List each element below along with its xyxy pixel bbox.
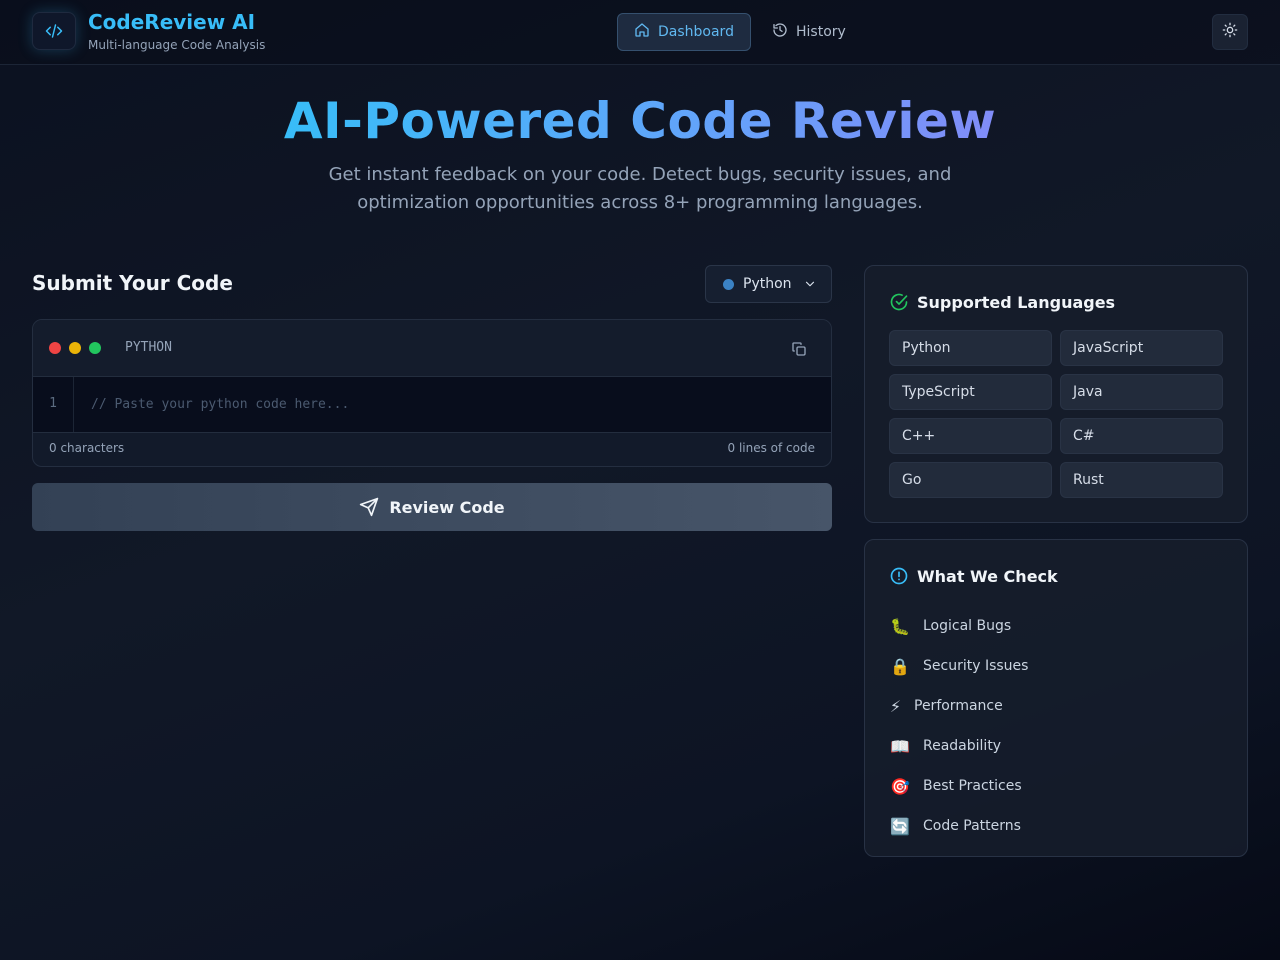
nav-history-label: History xyxy=(796,24,846,40)
check-item-label: Best Practices xyxy=(923,778,1022,794)
line-number: 1 xyxy=(33,377,74,432)
supported-languages-panel: Supported Languages Python JavaScript Ty… xyxy=(864,265,1248,523)
what-we-check-header: What We Check xyxy=(889,566,1058,586)
check-list: 🐛 Logical Bugs 🔒 Security Issues ⚡ Perfo… xyxy=(889,606,1029,846)
check-circle-icon xyxy=(889,292,909,312)
check-item-code-patterns: 🔄 Code Patterns xyxy=(889,806,1028,846)
check-item-best-practices: 🎯 Best Practices xyxy=(889,766,1028,806)
language-select-value: Python xyxy=(743,276,792,292)
line-count: 0 lines of code xyxy=(727,441,816,455)
alert-circle-icon xyxy=(889,566,909,586)
language-chip-python: Python xyxy=(889,330,1052,366)
language-chip-go: Go xyxy=(889,462,1052,498)
language-color-dot xyxy=(723,278,734,290)
sun-icon xyxy=(1222,22,1238,42)
home-icon xyxy=(634,22,650,42)
hero-title: AI-Powered Code Review xyxy=(0,92,1280,150)
logo-code-icon[interactable] xyxy=(32,12,76,50)
chevron-down-icon xyxy=(803,277,817,291)
lightning-icon: ⚡ xyxy=(889,696,902,716)
theme-toggle-button[interactable] xyxy=(1212,14,1248,50)
language-chip-cpp: C++ xyxy=(889,418,1052,454)
check-item-label: Readability xyxy=(923,738,1002,754)
send-icon xyxy=(359,497,379,517)
check-item-performance: ⚡ Performance xyxy=(889,686,1028,726)
history-icon xyxy=(772,22,788,42)
review-code-button[interactable]: Review Code xyxy=(32,483,832,531)
language-chip-csharp: C# xyxy=(1060,418,1223,454)
check-item-label: Code Patterns xyxy=(923,818,1021,834)
hero-subtitle: Get instant feedback on your code. Detec… xyxy=(328,164,952,213)
check-item-logical-bugs: 🐛 Logical Bugs xyxy=(889,606,1028,646)
check-item-label: Security Issues xyxy=(923,658,1029,674)
check-item-readability: 📖 Readability xyxy=(889,726,1028,766)
app-header: CodeReview AI Multi-language Code Analys… xyxy=(0,0,1280,65)
app-subtitle: Multi-language Code Analysis xyxy=(88,38,266,52)
hero-title-text: AI-Powered Code Review xyxy=(283,92,997,150)
nav-history-button[interactable]: History xyxy=(756,13,862,51)
lock-icon: 🔒 xyxy=(890,656,910,676)
language-chip-java: Java xyxy=(1060,374,1223,410)
code-input[interactable] xyxy=(75,377,831,432)
check-item-label: Performance xyxy=(914,698,1003,714)
code-editor: PYTHON 1 0 characters 0 lines of code xyxy=(32,319,832,467)
submit-section-title: Submit Your Code xyxy=(32,271,233,295)
nav-dashboard-button[interactable]: Dashboard xyxy=(617,13,751,51)
code-area: 1 xyxy=(33,377,831,433)
window-dot-green xyxy=(89,342,101,354)
check-item-label: Logical Bugs xyxy=(923,618,1012,634)
what-we-check-title: What We Check xyxy=(917,566,1058,586)
editor-footer: 0 characters 0 lines of code xyxy=(49,441,815,455)
language-chip-typescript: TypeScript xyxy=(889,374,1052,410)
language-chip-rust: Rust xyxy=(1060,462,1223,498)
editor-language-label: PYTHON xyxy=(125,340,172,355)
app-name: CodeReview AI xyxy=(88,10,256,34)
bug-icon: 🐛 xyxy=(890,616,910,636)
supported-languages-title: Supported Languages xyxy=(917,292,1116,312)
check-item-security-issues: 🔒 Security Issues xyxy=(889,646,1028,686)
review-code-label: Review Code xyxy=(389,497,505,517)
book-icon: 📖 xyxy=(890,736,910,756)
target-icon: 🎯 xyxy=(890,776,910,796)
supported-languages-header: Supported Languages xyxy=(889,292,1115,312)
cycle-icon: 🔄 xyxy=(890,816,910,836)
copy-icon[interactable] xyxy=(788,338,810,360)
editor-toolbar: PYTHON xyxy=(33,320,831,377)
language-grid: Python JavaScript TypeScript Java C++ C#… xyxy=(889,330,1224,498)
what-we-check-panel: What We Check 🐛 Logical Bugs 🔒 Security … xyxy=(864,539,1248,857)
language-chip-javascript: JavaScript xyxy=(1060,330,1223,366)
character-count: 0 characters xyxy=(49,441,125,455)
language-select[interactable]: Python xyxy=(705,265,832,303)
nav-dashboard-label: Dashboard xyxy=(658,24,734,40)
window-dot-yellow xyxy=(69,342,81,354)
window-dot-red xyxy=(49,342,61,354)
